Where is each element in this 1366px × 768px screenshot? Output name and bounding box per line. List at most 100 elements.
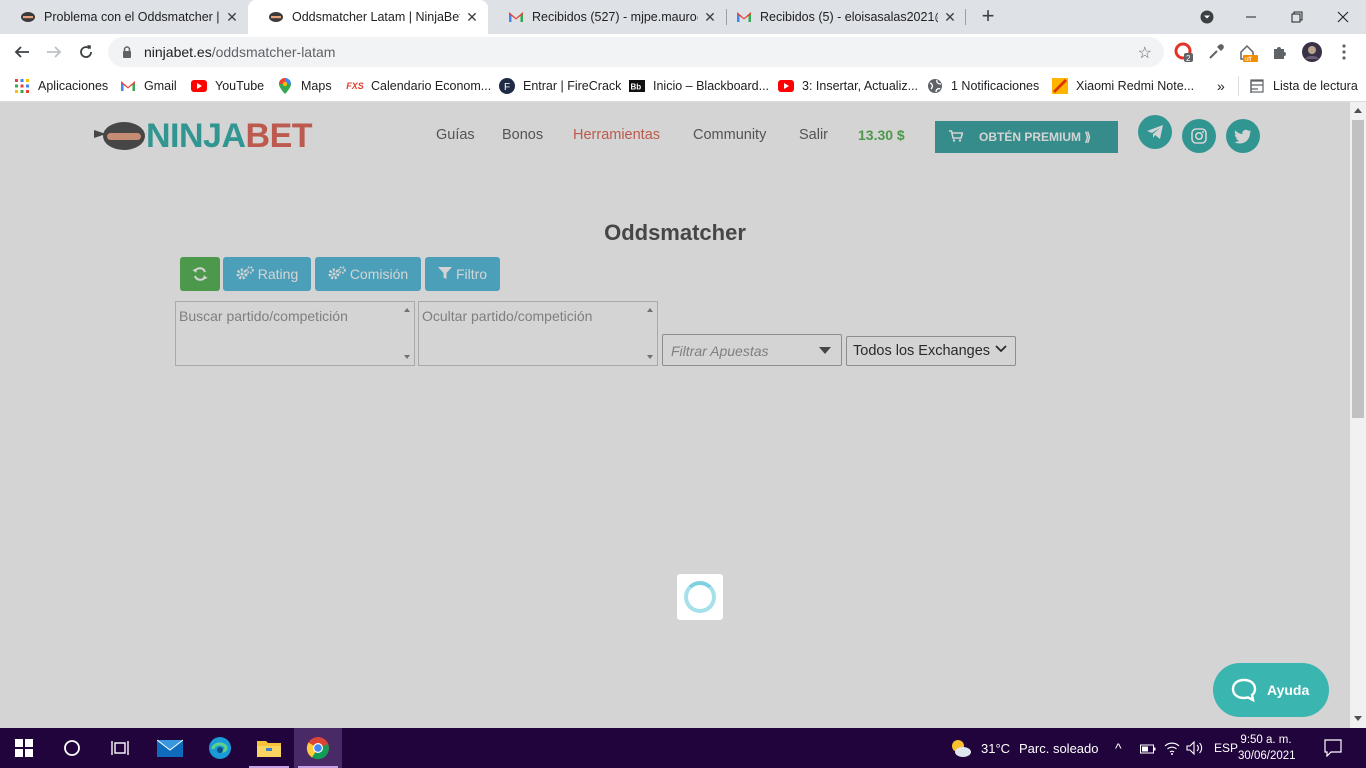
- tab-gmail-mjpe[interactable]: Recibidos (527) - mjpe.mauro@g ✕: [488, 0, 726, 34]
- back-button[interactable]: [8, 38, 36, 66]
- firecrack-icon: F: [499, 78, 515, 94]
- show-hidden-icons-chevron-icon[interactable]: ^: [1115, 740, 1122, 756]
- weather-sun-cloud-icon[interactable]: [950, 738, 972, 763]
- reload-icon: [80, 45, 92, 58]
- minimize-button[interactable]: [1228, 0, 1274, 34]
- tab-separator: [965, 9, 966, 25]
- scrollbar-thumb[interactable]: [1352, 120, 1364, 418]
- system-clock[interactable]: 9:50 a. m. 30/06/2021: [1238, 732, 1296, 764]
- scroll-down-arrow-icon[interactable]: [1354, 716, 1362, 721]
- close-tab-icon[interactable]: ✕: [942, 9, 958, 25]
- input-language[interactable]: ESP: [1214, 741, 1238, 755]
- task-view-icon: [111, 741, 129, 755]
- reading-list-button[interactable]: Lista de lectura: [1238, 76, 1358, 96]
- lock-icon[interactable]: [120, 45, 134, 59]
- extension-badge: 2: [1186, 54, 1191, 62]
- home-off-extension-icon[interactable]: off: [1238, 42, 1258, 62]
- profile-avatar[interactable]: [1302, 42, 1322, 62]
- reading-list-label: Lista de lectura: [1273, 79, 1358, 93]
- battery-icon[interactable]: [1140, 742, 1156, 760]
- bookmark-label: 3: Insertar, Actualiz...: [802, 79, 919, 93]
- close-tab-icon[interactable]: ✕: [464, 9, 480, 25]
- bookmark-label: Inicio – Blackboard...: [653, 79, 770, 93]
- extension-off-badge: off: [1245, 56, 1252, 62]
- opera-extension-icon[interactable]: 2: [1174, 42, 1194, 62]
- bookmark-star-icon[interactable]: ☆: [1138, 43, 1152, 63]
- windows-logo-icon: [15, 739, 33, 757]
- folder-icon: [257, 741, 281, 757]
- notifications-icon[interactable]: [1324, 739, 1342, 762]
- wifi-icon[interactable]: [1164, 741, 1180, 760]
- tab-title: Oddsmatcher Latam | NinjaBet.es: [292, 10, 460, 24]
- edge-icon: [209, 737, 231, 759]
- browser-tab-strip: Problema con el Oddsmatcher | N ✕ Oddsma…: [0, 0, 1366, 34]
- bookmark-xiaomi[interactable]: Xiaomi Redmi Note...: [1052, 76, 1194, 96]
- address-bar[interactable]: ninjabet.es/oddsmatcher-latam ☆: [108, 37, 1164, 67]
- extensions-puzzle-icon[interactable]: [1270, 42, 1290, 62]
- blackboard-icon: Bb: [629, 78, 645, 94]
- restore-button[interactable]: [1274, 0, 1320, 34]
- loading-spinner: [677, 574, 723, 620]
- url-text: ninjabet.es/oddsmatcher-latam: [144, 44, 335, 60]
- gmail-icon: [120, 78, 136, 94]
- search-button[interactable]: [48, 728, 96, 768]
- tab-search-button[interactable]: [1184, 0, 1230, 34]
- tab-oddsmatcher-latam[interactable]: Oddsmatcher Latam | NinjaBet.es ✕: [248, 0, 488, 34]
- bookmark-gmail[interactable]: Gmail: [120, 76, 177, 96]
- bookmark-aplicaciones[interactable]: Aplicaciones: [14, 76, 108, 96]
- fxs-icon: FXS: [346, 81, 364, 91]
- gmail-icon: [508, 9, 524, 25]
- tab-title: Problema con el Oddsmatcher | N: [44, 10, 220, 24]
- forward-button[interactable]: [40, 38, 68, 66]
- tab-gmail-eloisa[interactable]: Recibidos (5) - eloisasalas2021@ ✕: [716, 0, 966, 34]
- arrow-right-icon: [47, 46, 62, 58]
- windows-taskbar: 31°C Parc. soleado ^ ESP 9:50 a. m. 30/0…: [0, 728, 1366, 768]
- help-button[interactable]: Ayuda: [1213, 663, 1329, 717]
- volume-icon[interactable]: [1186, 740, 1204, 760]
- weather-temperature[interactable]: 31°C: [981, 741, 1010, 756]
- eyedropper-extension-icon[interactable]: [1206, 42, 1226, 62]
- close-tab-icon[interactable]: ✕: [224, 9, 240, 25]
- search-circle-icon: [64, 740, 80, 756]
- xiaomi-icon: [1052, 78, 1068, 94]
- bookmark-maps[interactable]: Maps: [277, 76, 332, 96]
- bookmark-blackboard[interactable]: Bb Inicio – Blackboard...: [629, 76, 769, 96]
- tab-title: Recibidos (527) - mjpe.mauro@g: [532, 10, 698, 24]
- reload-button[interactable]: [72, 38, 100, 66]
- start-button[interactable]: [0, 728, 48, 768]
- bookmark-youtube[interactable]: YouTube: [191, 76, 264, 96]
- reading-list-icon: [1249, 78, 1265, 94]
- apps-grid-icon: [14, 78, 30, 94]
- bookmark-label: Aplicaciones: [38, 79, 109, 93]
- bookmark-notificaciones[interactable]: 1 Notificaciones: [927, 76, 1039, 96]
- ninjabet-favicon-icon: [268, 9, 284, 25]
- bookmark-label: Calendario Econom...: [371, 79, 492, 93]
- spinner-ring-icon: [684, 581, 716, 613]
- bookmarks-bar: Aplicaciones Gmail YouTube Maps FXS Cale…: [0, 70, 1366, 102]
- close-window-button[interactable]: [1320, 0, 1366, 34]
- task-view-button[interactable]: [96, 728, 144, 768]
- url-domain: ninjabet.es: [144, 44, 212, 60]
- scroll-up-arrow-icon[interactable]: [1354, 108, 1362, 113]
- weather-description[interactable]: Parc. soleado: [1019, 741, 1099, 756]
- svg-text:Bb: Bb: [631, 83, 642, 92]
- bookmark-youtube-insertar[interactable]: 3: Insertar, Actualiz...: [778, 76, 918, 96]
- edge-browser-button[interactable]: [196, 728, 244, 768]
- new-tab-button[interactable]: +: [976, 5, 1000, 29]
- youtube-icon: [778, 78, 794, 94]
- loading-overlay: [0, 102, 1350, 728]
- clock-time: 9:50 a. m.: [1240, 734, 1292, 746]
- minimize-icon: [1246, 16, 1256, 18]
- page-scrollbar[interactable]: [1350, 102, 1366, 728]
- mail-app-button[interactable]: [146, 728, 194, 768]
- bookmark-calendario[interactable]: FXS Calendario Econom...: [346, 76, 492, 96]
- chrome-menu-icon[interactable]: [1334, 42, 1354, 62]
- chrome-icon: [306, 737, 329, 760]
- chrome-taskbar-button[interactable]: [294, 728, 342, 768]
- file-explorer-button[interactable]: [245, 728, 293, 768]
- bookmarks-overflow-button[interactable]: »: [1217, 76, 1225, 96]
- bookmark-firecrack[interactable]: F Entrar | FireCrack: [499, 76, 621, 96]
- bookmark-label: 1 Notificaciones: [951, 79, 1040, 93]
- tab-problema-oddsmatcher[interactable]: Problema con el Oddsmatcher | N ✕: [0, 0, 248, 34]
- mail-icon: [157, 739, 183, 757]
